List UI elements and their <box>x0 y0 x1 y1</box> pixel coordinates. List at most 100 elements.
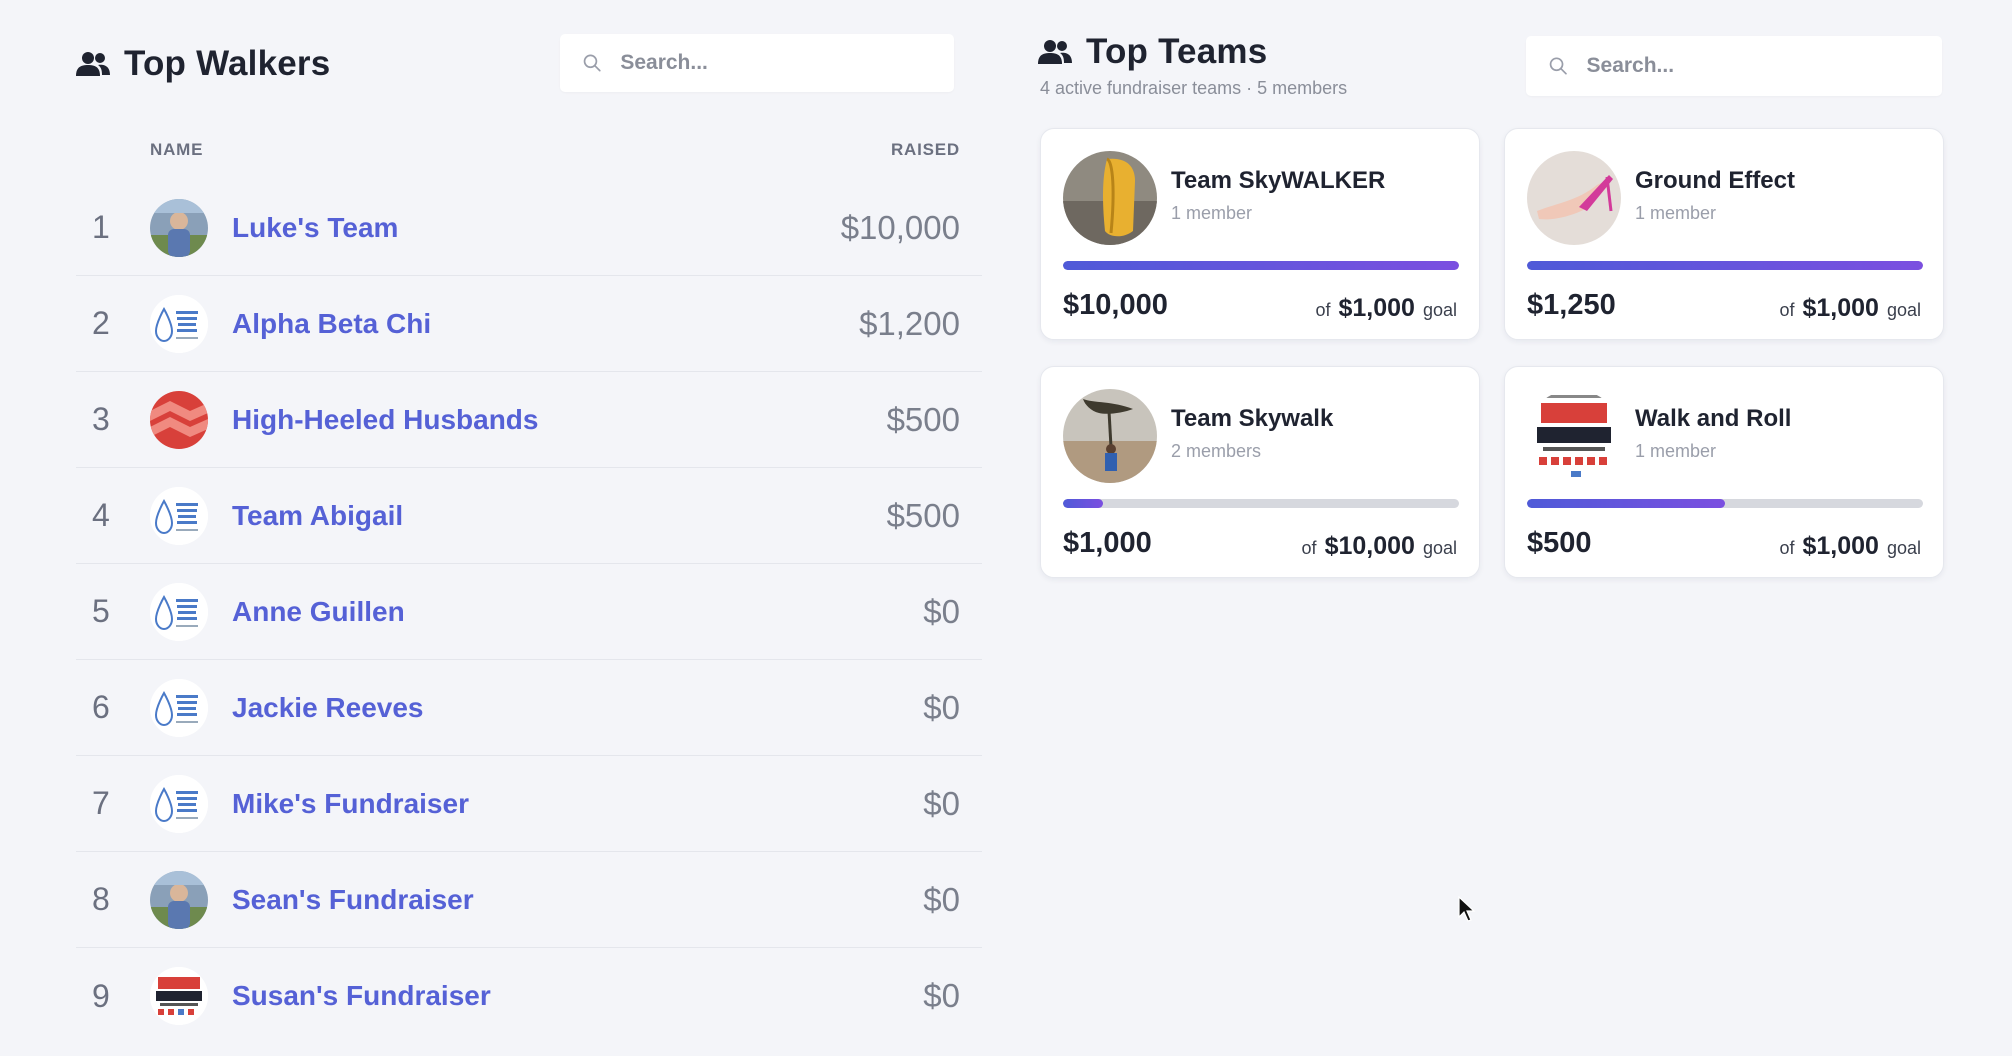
water-drop-logo-avatar <box>150 774 208 833</box>
walker-name-link[interactable]: Jackie Reeves <box>232 692 424 724</box>
walker-name-link[interactable]: Luke's Team <box>232 212 398 244</box>
walker-rank: 2 <box>92 305 110 341</box>
red-pattern-avatar <box>150 390 208 449</box>
walker-name-link[interactable]: Anne Guillen <box>232 596 405 628</box>
goal-prefix: of <box>1315 300 1331 320</box>
desert-photo-avatar <box>1063 389 1157 483</box>
walk-a-mile-logo-avatar <box>150 967 208 1025</box>
goal-suffix: goal <box>1422 538 1457 558</box>
search-icon <box>1549 57 1567 75</box>
team-progress-bar <box>1063 261 1459 270</box>
walker-name-link[interactable]: Team Abigail <box>232 500 403 532</box>
walker-amount: $0 <box>923 592 960 630</box>
team-members-count: 1 member <box>1171 203 1253 223</box>
walker-amount: $0 <box>923 688 960 726</box>
team-goal: of $10,000 goal <box>1302 532 1457 561</box>
walker-name-link[interactable]: Susan's Fundraiser <box>232 980 491 1012</box>
walker-rank: 7 <box>92 785 110 821</box>
teams-search-input[interactable] <box>1586 54 1942 78</box>
team-name: Walk and Roll <box>1635 405 1792 432</box>
water-drop-logo-avatar <box>150 582 208 641</box>
goal-prefix: of <box>1779 538 1795 558</box>
team-members-count: 2 members <box>1171 441 1262 461</box>
walker-amount: $500 <box>886 400 960 438</box>
team-members-count: 1 member <box>1635 203 1717 223</box>
top-teams-title: Top Teams <box>1086 32 1268 71</box>
walker-row[interactable]: 1 Luke's Team $10,000 <box>76 180 982 276</box>
search-icon <box>583 54 601 72</box>
goal-amount: $10,000 <box>1324 532 1415 560</box>
goal-amount: $1,000 <box>1802 532 1879 560</box>
team-goal: of $1,000 goal <box>1315 294 1457 323</box>
person-photo-avatar <box>150 198 208 257</box>
walker-amount: $10,000 <box>840 208 960 246</box>
team-card[interactable]: Team SkyWALKER 1 member $10,000 of $1,00… <box>1040 128 1480 340</box>
walker-row[interactable]: 4 Team Abigail $500 <box>76 468 982 564</box>
walker-amount: $0 <box>923 880 960 918</box>
team-card[interactable]: Walk and Roll 1 member $500 of $1,000 go… <box>1504 366 1944 578</box>
team-progress-fill <box>1063 499 1103 508</box>
pink-heels-photo-avatar <box>1527 151 1621 245</box>
goal-prefix: of <box>1301 538 1317 558</box>
walker-amount: $0 <box>923 784 960 822</box>
people-icon <box>1038 40 1072 64</box>
goal-suffix: goal <box>1886 300 1921 320</box>
top-teams-header: Top Teams <box>1038 32 1267 72</box>
walker-row[interactable]: 6 Jackie Reeves $0 <box>76 660 982 756</box>
team-raised-amount: $10,000 <box>1063 289 1168 321</box>
team-progress-bar <box>1063 499 1459 508</box>
team-raised-amount: $500 <box>1527 527 1592 559</box>
raised-column-header: RAISED <box>890 140 960 159</box>
top-walkers-title: Top Walkers <box>124 44 331 83</box>
team-progress-fill <box>1527 261 1923 270</box>
walkers-search-input[interactable] <box>620 51 954 75</box>
team-name: Ground Effect <box>1635 167 1795 194</box>
walker-row[interactable]: 5 Anne Guillen $0 <box>76 564 982 660</box>
walkers-search[interactable] <box>560 34 954 92</box>
walker-row[interactable]: 7 Mike's Fundraiser $0 <box>76 756 982 852</box>
people-icon <box>76 52 110 76</box>
team-goal: of $1,000 goal <box>1779 532 1921 561</box>
walker-rank: 4 <box>92 497 110 533</box>
walker-row[interactable]: 2 Alpha Beta Chi $1,200 <box>76 276 982 372</box>
walkers-list: 1 Luke's Team $10,000 2 Alpha Beta Chi $… <box>76 180 982 1044</box>
goal-amount: $1,000 <box>1338 294 1415 322</box>
walker-name-link[interactable]: Alpha Beta Chi <box>232 308 431 340</box>
walker-name-link[interactable]: Mike's Fundraiser <box>232 788 469 820</box>
walker-rank: 3 <box>92 401 110 437</box>
team-raised-amount: $1,250 <box>1527 289 1616 321</box>
mouse-cursor-icon <box>1458 896 1476 922</box>
walker-amount: $500 <box>886 496 960 534</box>
walker-rank: 8 <box>92 881 110 917</box>
teams-subtitle: 4 active fundraiser teams · 5 members <box>1040 78 1348 98</box>
walker-row[interactable]: 8 Sean's Fundraiser $0 <box>76 852 982 948</box>
team-members-count: 1 member <box>1635 441 1717 461</box>
walker-amount: $0 <box>923 977 960 1014</box>
water-drop-logo-avatar <box>150 294 208 353</box>
team-progress-fill <box>1527 499 1725 508</box>
team-raised-amount: $1,000 <box>1063 527 1152 559</box>
team-name: Team Skywalk <box>1171 405 1334 432</box>
walker-amount: $1,200 <box>859 304 960 342</box>
walker-rank: 1 <box>92 209 110 245</box>
walker-rank: 9 <box>92 977 110 1014</box>
team-progress-bar <box>1527 261 1923 270</box>
teams-search[interactable] <box>1526 36 1942 96</box>
team-card[interactable]: Ground Effect 1 member $1,250 of $1,000 … <box>1504 128 1944 340</box>
walker-rank: 6 <box>92 689 110 725</box>
walker-row[interactable]: 9 Susan's Fundraiser $0 <box>76 948 982 1044</box>
team-goal: of $1,000 goal <box>1779 294 1921 323</box>
goal-amount: $1,000 <box>1802 294 1879 322</box>
team-card[interactable]: Team Skywalk 2 members $1,000 of $10,000… <box>1040 366 1480 578</box>
walker-row[interactable]: 3 High-Heeled Husbands $500 <box>76 372 982 468</box>
walker-name-link[interactable]: High-Heeled Husbands <box>232 404 538 436</box>
person-photo-avatar <box>150 870 208 929</box>
water-drop-logo-avatar <box>150 678 208 737</box>
walk-a-mile-logo-avatar <box>1527 389 1621 483</box>
walker-name-link[interactable]: Sean's Fundraiser <box>232 884 474 916</box>
goal-suffix: goal <box>1886 538 1921 558</box>
name-column-header: NAME <box>150 140 204 159</box>
team-name: Team SkyWALKER <box>1171 167 1386 194</box>
team-progress-bar <box>1527 499 1923 508</box>
top-walkers-header: Top Walkers <box>76 44 330 84</box>
